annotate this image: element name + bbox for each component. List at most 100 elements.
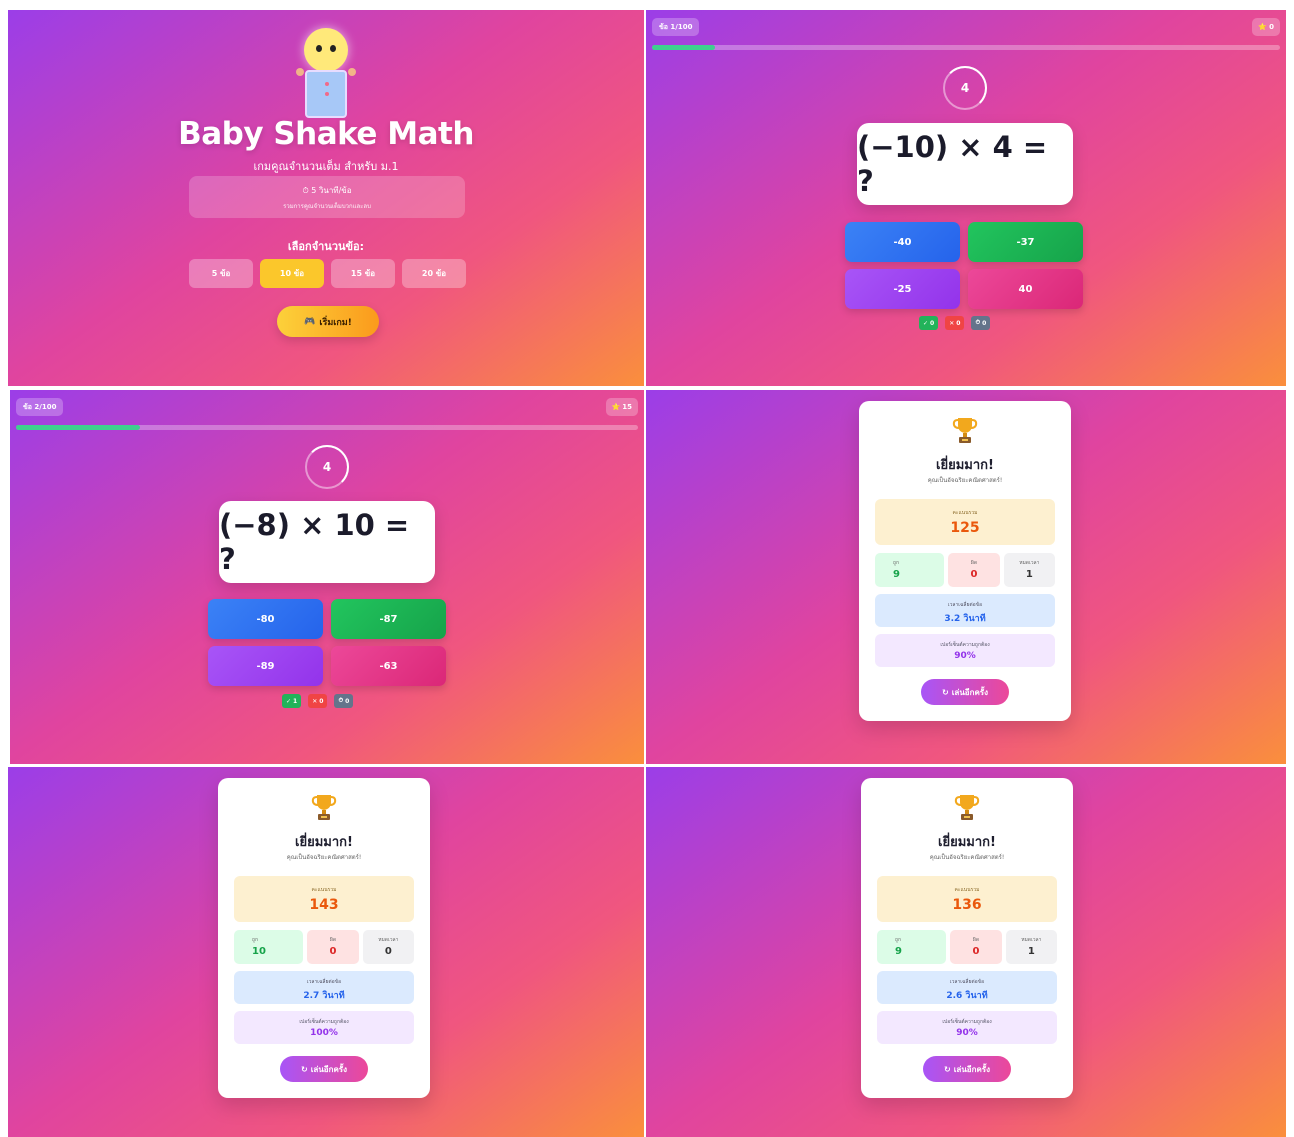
progress-fill — [16, 425, 141, 430]
timeout-cell: หมดเวลา 0 — [362, 930, 414, 964]
stats-bar: ✓ 0 ✕ 0 ⏱ 0 — [919, 316, 991, 330]
check-icon: ✓ — [286, 697, 292, 705]
count-option-10[interactable]: 10 ข้อ — [260, 259, 324, 288]
timeout-count: ⏱ 0 — [334, 694, 354, 708]
count-option-20[interactable]: 20 ข้อ — [402, 259, 466, 288]
wrong-value: 0 — [972, 946, 980, 957]
total-score-value: 136 — [952, 897, 982, 913]
wrong-cell: ผิด 0 — [307, 930, 359, 964]
total-score-value: 143 — [309, 897, 339, 913]
result-title: เยี่ยมมาก! — [938, 835, 996, 850]
progress-bar — [16, 425, 638, 430]
accuracy-value: 90% — [954, 651, 976, 661]
correct-value: 9 — [893, 569, 900, 580]
replay-icon: ↻ — [941, 687, 949, 697]
play-again-button[interactable]: ↻ เล่นอีกครั้ง — [923, 1056, 1011, 1082]
result-subtitle: คุณเป็นอัจฉริยะคณิตศาสตร์! — [929, 854, 1005, 861]
avg-time-value: 2.7 วินาที — [303, 991, 345, 1001]
wrong-cell: ผิด 0 — [948, 553, 1000, 587]
total-score-box: คะแนนรวม 136 — [877, 876, 1057, 922]
wrong-cell: ผิด 0 — [950, 930, 1002, 964]
correct-count: ✓ 1 — [282, 694, 302, 708]
score-value: 0 — [1269, 23, 1274, 31]
score-badge: ⭐ 0 — [1252, 18, 1280, 36]
timeout-cell: หมดเวลา 1 — [1005, 930, 1057, 964]
count-option-5[interactable]: 5 ข้อ — [189, 259, 253, 288]
answer-button-2[interactable]: -87 — [331, 599, 446, 639]
accuracy-label: เปอร์เซ็นต์ความถูกต้อง — [940, 642, 990, 648]
play-again-label: เล่นอีกครั้ง — [951, 687, 988, 697]
play-again-button[interactable]: ↻ เล่นอีกครั้ง — [280, 1056, 368, 1082]
baby-mascot-icon — [296, 28, 356, 120]
accuracy-box: เปอร์เซ็นต์ความถูกต้อง 90% — [875, 634, 1055, 667]
countdown-timer: 4 — [305, 445, 349, 489]
accuracy-box: เปอร์เซ็นต์ความถูกต้อง 90% — [877, 1011, 1057, 1044]
count-option-15[interactable]: 15 ข้อ — [331, 259, 395, 288]
game-subtitle: เกมคูณจำนวนเต็ม สำหรับ ม.1 — [253, 160, 399, 173]
wrong-label: ผิด — [329, 937, 337, 943]
start-button-label: เริ่มเกม! — [319, 317, 352, 328]
wrong-count: ✕ 0 — [945, 316, 965, 330]
trophy-icon — [954, 795, 980, 820]
star-icon: ⭐ — [1258, 23, 1268, 31]
question-card: (−8) × 10 = ? — [219, 501, 435, 583]
progress-fill — [652, 45, 715, 50]
answer-button-4[interactable]: 40 — [968, 269, 1083, 309]
result-card: เยี่ยมมาก! คุณเป็นอัจฉริยะคณิตศาสตร์! คะ… — [861, 778, 1073, 1098]
question-counter: ข้อ 1/100 — [652, 18, 700, 36]
question-counter: ข้อ 2/100 — [16, 398, 64, 416]
timer-icon: ⏱ — [975, 319, 981, 326]
avg-time-box: เวลาเฉลี่ยต่อข้อ 2.6 วินาที — [877, 971, 1057, 1004]
result-title: เยี่ยมมาก! — [295, 835, 353, 850]
accuracy-value: 90% — [956, 1028, 978, 1038]
correct-cell: ถูก 10 — [234, 930, 304, 964]
accuracy-value: 100% — [310, 1028, 338, 1038]
play-again-button[interactable]: ↻ เล่นอีกครั้ง — [921, 679, 1009, 705]
timeout-label: หมดเวลา — [1019, 560, 1040, 566]
check-icon: ✓ — [923, 319, 929, 327]
timeout-count: ⏱ 0 — [971, 316, 991, 330]
replay-icon: ↻ — [300, 1064, 308, 1074]
progress-bar — [652, 45, 1280, 50]
play-again-label: เล่นอีกครั้ง — [953, 1064, 990, 1074]
result-screen-1: เยี่ยมมาก! คุณเป็นอัจฉริยะคณิตศาสตร์! คะ… — [646, 390, 1286, 764]
answer-button-4[interactable]: -63 — [331, 646, 446, 686]
timeout-cell: หมดเวลา 1 — [1003, 553, 1055, 587]
result-breakdown: ถูก 10 ผิด 0 หมดเวลา 0 — [234, 930, 414, 964]
answer-button-1[interactable]: -80 — [208, 599, 323, 639]
correct-cell: ถูก 9 — [877, 930, 947, 964]
timeout-label: หมดเวลา — [378, 937, 399, 943]
cross-icon: ✕ — [949, 319, 955, 327]
timeout-value: 1 — [1025, 569, 1033, 580]
answer-button-3[interactable]: -25 — [845, 269, 960, 309]
correct-cell: ถูก 9 — [875, 553, 945, 587]
answer-button-2[interactable]: -37 — [968, 222, 1083, 262]
avg-time-box: เวลาเฉลี่ยต่อข้อ 3.2 วินาที — [875, 594, 1055, 627]
answer-grid: -40 -37 -25 40 — [845, 222, 1083, 309]
total-score-box: คะแนนรวม 143 — [234, 876, 414, 922]
avg-time-value: 2.6 วินาที — [946, 991, 988, 1001]
accuracy-label: เปอร์เซ็นต์ความถูกต้อง — [299, 1019, 349, 1025]
total-score-label: คะแนนรวม — [311, 887, 337, 893]
wrong-value: 0 — [329, 946, 337, 957]
answer-button-3[interactable]: -89 — [208, 646, 323, 686]
accuracy-label: เปอร์เซ็นต์ความถูกต้อง — [942, 1019, 992, 1025]
result-title: เยี่ยมมาก! — [936, 458, 994, 473]
question-count-options: 5 ข้อ 10 ข้อ 15 ข้อ 20 ข้อ — [189, 259, 466, 288]
avg-time-box: เวลาเฉลี่ยต่อข้อ 2.7 วินาที — [234, 971, 414, 1004]
countdown-timer: 4 — [943, 66, 987, 110]
start-game-button[interactable]: 🎮 เริ่มเกม! — [277, 306, 379, 337]
timeout-value: 0 — [384, 946, 392, 957]
result-subtitle: คุณเป็นอัจฉริยะคณิตศาสตร์! — [927, 477, 1003, 484]
result-card: เยี่ยมมาก! คุณเป็นอัจฉริยะคณิตศาสตร์! คะ… — [218, 778, 430, 1098]
game-title: Baby Shake Math — [178, 116, 474, 152]
result-screen-3: เยี่ยมมาก! คุณเป็นอัจฉริยะคณิตศาสตร์! คะ… — [646, 767, 1286, 1137]
score-value: 15 — [622, 403, 632, 411]
answer-button-1[interactable]: -40 — [845, 222, 960, 262]
wrong-label: ผิด — [970, 560, 978, 566]
cross-icon: ✕ — [312, 697, 318, 705]
replay-icon: ↻ — [943, 1064, 951, 1074]
total-score-label: คะแนนรวม — [952, 510, 978, 516]
correct-count: ✓ 0 — [919, 316, 939, 330]
result-card: เยี่ยมมาก! คุณเป็นอัจฉริยะคณิตศาสตร์! คะ… — [859, 401, 1071, 721]
